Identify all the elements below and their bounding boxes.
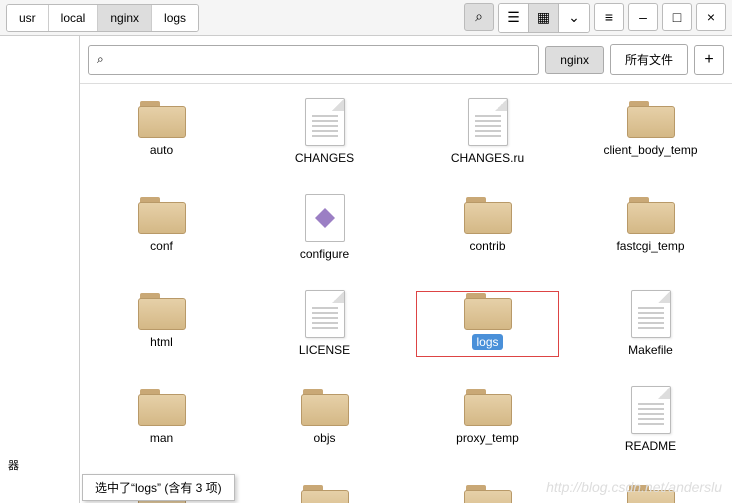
folder-icon [464, 386, 512, 426]
folder-icon [627, 482, 675, 503]
file-icon [631, 290, 671, 338]
breadcrumb-usr[interactable]: usr [7, 5, 49, 31]
folder-icon [464, 290, 512, 330]
folder-icon [627, 98, 675, 138]
sidebar: 器 [0, 36, 80, 503]
search-bar: ⌕ nginx 所有文件 + [80, 36, 732, 84]
file-icon [468, 98, 508, 146]
item-label: client_body_temp [599, 142, 701, 158]
maximize-button[interactable]: □ [662, 3, 692, 31]
folder-icon [138, 194, 186, 234]
search-icon: ⌕ [97, 52, 104, 67]
folder-icon [464, 194, 512, 234]
item-label: conf [146, 238, 177, 254]
file-item-fastcgi-temp[interactable]: fastcgi_temp [574, 190, 727, 266]
item-label: CHANGES.ru [447, 150, 528, 166]
item-label: logs [472, 334, 502, 350]
file-item-auto[interactable]: auto [85, 94, 238, 170]
sidebar-label: 器 [8, 457, 19, 473]
file-item-CHANGES[interactable]: CHANGES [248, 94, 401, 170]
folder-icon [627, 194, 675, 234]
hamburger-icon: ≡ [605, 9, 613, 25]
list-view-button[interactable]: ☰ [499, 4, 529, 32]
item-label: proxy_temp [452, 430, 523, 446]
file-item-conf[interactable]: conf [85, 190, 238, 266]
file-item-logs[interactable]: logs [411, 286, 564, 362]
file-item-Makefile[interactable]: Makefile [574, 286, 727, 362]
menu-button[interactable]: ≡ [594, 3, 624, 31]
folder-icon [138, 386, 186, 426]
file-item-src[interactable]: src [411, 478, 564, 503]
file-icon [305, 98, 345, 146]
filter-location-button[interactable]: nginx [545, 46, 604, 74]
folder-icon [464, 482, 512, 503]
view-options-button[interactable]: ⌄ [559, 4, 589, 32]
folder-icon [138, 98, 186, 138]
toolbar: usr local nginx logs ⌕ ☰ ▦ ⌄ ≡ – □ × [0, 0, 732, 36]
file-icon [631, 386, 671, 434]
script-icon [305, 194, 345, 242]
item-label: configure [296, 246, 353, 262]
grid-view-button[interactable]: ▦ [529, 4, 559, 32]
item-label: contrib [465, 238, 509, 254]
folder-icon [301, 386, 349, 426]
file-item-contrib[interactable]: contrib [411, 190, 564, 266]
file-item-LICENSE[interactable]: LICENSE [248, 286, 401, 362]
breadcrumb: usr local nginx logs [6, 4, 199, 32]
file-grid[interactable]: auto CHANGES CHANGES.ru client_body_tempcon… [80, 84, 732, 503]
chevron-down-icon: ⌄ [568, 9, 580, 26]
folder-icon [138, 290, 186, 330]
search-icon: ⌕ [475, 8, 483, 25]
file-item-client-body-temp[interactable]: client_body_temp [574, 94, 727, 170]
file-item-proxy-temp[interactable]: proxy_temp [411, 382, 564, 458]
item-label: fastcgi_temp [612, 238, 688, 254]
item-label: README [621, 438, 680, 454]
item-label: man [146, 430, 177, 446]
item-label: CHANGES [291, 150, 358, 166]
close-button[interactable]: × [696, 3, 726, 31]
grid-icon: ▦ [537, 9, 550, 26]
item-label: html [146, 334, 177, 350]
search-toggle-button[interactable]: ⌕ [464, 3, 494, 31]
item-label: objs [309, 430, 339, 446]
item-label: Makefile [624, 342, 677, 358]
file-item-CHANGES-ru[interactable]: CHANGES.ru [411, 94, 564, 170]
status-bar: 选中了“logs” (含有 3 项) [82, 474, 235, 501]
item-label: LICENSE [295, 342, 354, 358]
breadcrumb-nginx[interactable]: nginx [98, 5, 152, 31]
file-item-uwsgi-temp[interactable]: uwsgi_temp [574, 478, 727, 503]
add-filter-button[interactable]: + [694, 45, 724, 75]
list-icon: ☰ [507, 9, 520, 26]
file-item-configure[interactable]: configure [248, 190, 401, 266]
filter-type-button[interactable]: 所有文件 [610, 44, 688, 75]
item-label: auto [146, 142, 177, 158]
file-icon [305, 290, 345, 338]
file-item-html[interactable]: html [85, 286, 238, 362]
folder-icon [301, 482, 349, 503]
breadcrumb-local[interactable]: local [49, 5, 99, 31]
search-input[interactable] [104, 53, 531, 67]
file-item-scgi-temp[interactable]: scgi_temp [248, 478, 401, 503]
minimize-button[interactable]: – [628, 3, 658, 31]
file-item-objs[interactable]: objs [248, 382, 401, 458]
breadcrumb-logs[interactable]: logs [152, 5, 198, 31]
file-item-man[interactable]: man [85, 382, 238, 458]
file-item-README[interactable]: README [574, 382, 727, 458]
